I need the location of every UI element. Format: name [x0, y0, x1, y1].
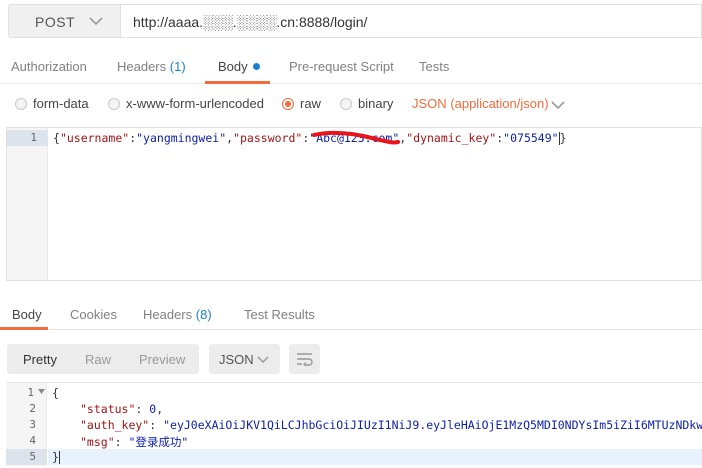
json-key: "msg": [80, 435, 115, 449]
code-line: {: [52, 386, 59, 400]
line-number: 3: [29, 418, 36, 431]
json-string: "yangmingwei": [136, 131, 227, 145]
body-type-options: form-data x-www-form-urlencoded raw bina…: [0, 88, 702, 118]
response-toolbar: Pretty Raw Preview JSON: [0, 340, 702, 378]
tab-response-body[interactable]: Body: [12, 307, 42, 322]
line-number-gutter: 1 2 3 4 5: [6, 383, 47, 466]
line-number: 1: [27, 386, 34, 399]
tab-label: Cookies: [70, 307, 117, 322]
tab-pre-request-script[interactable]: Pre-request Script: [289, 59, 394, 74]
option-label: x-www-form-urlencoded: [126, 96, 264, 111]
radio-icon: [108, 97, 120, 110]
request-body-editor[interactable]: 1 {"username":"yangmingwei","password":"…: [6, 127, 702, 281]
code-line: "auth_key": "eyJ0eXAiOiJKV1QiLCJhbGciOiJ…: [80, 418, 702, 432]
redaction-stroke: [312, 130, 400, 145]
tab-headers[interactable]: Headers (1): [117, 59, 186, 74]
json-brace: }: [52, 450, 59, 464]
code-line: "status": 0,: [80, 402, 164, 416]
response-body-viewer[interactable]: 1 2 3 4 5 { "status": 0, "auth_key": "ey…: [6, 382, 702, 466]
method-label: POST: [35, 14, 76, 30]
tab-body[interactable]: Body: [218, 59, 260, 74]
json-string: "075549": [503, 131, 559, 145]
method-select[interactable]: POST: [8, 4, 121, 38]
code-line: {"username":"yangmingwei","password":"Ab…: [53, 131, 567, 145]
tab-test-results[interactable]: Test Results: [244, 307, 315, 322]
request-url-row: POST http://aaaa.░░░.░░░░.cn:8888/login/: [0, 0, 702, 42]
tab-label: Authorization: [11, 59, 87, 74]
active-tab-indicator: [205, 81, 270, 84]
format-select[interactable]: JSON: [209, 344, 280, 374]
option-raw[interactable]: raw: [282, 96, 321, 111]
active-line-highlight: [48, 449, 702, 465]
view-mode-group: Pretty Raw Preview: [7, 344, 199, 374]
tab-label: Body: [218, 59, 248, 74]
wrap-lines-icon: [297, 353, 313, 366]
code-line: }: [52, 450, 60, 464]
option-binary[interactable]: binary: [340, 96, 393, 111]
wrap-lines-button[interactable]: [289, 344, 320, 374]
option-label: raw: [300, 96, 321, 111]
chevron-down-icon: [257, 356, 269, 364]
chevron-down-icon[interactable]: [551, 100, 565, 110]
tab-label: Body: [12, 307, 42, 322]
tab-response-headers[interactable]: Headers (8): [143, 307, 212, 322]
line-number: 1: [30, 131, 37, 144]
code-line: "msg": "登录成功": [80, 435, 189, 449]
view-pretty-button[interactable]: Pretty: [23, 352, 57, 367]
json-key: "auth_key": [80, 418, 150, 432]
json-key: "password": [233, 131, 303, 145]
line-number-gutter: 1: [7, 128, 48, 280]
json-string: "eyJ0eXAiOiJKV1QiLCJhbGciOiJIUzI1NiJ9.ey…: [163, 418, 702, 432]
line-number: 2: [29, 402, 36, 415]
option-form-data[interactable]: form-data: [15, 96, 89, 111]
tab-cookies[interactable]: Cookies: [70, 307, 117, 322]
line-number: 5: [29, 450, 36, 463]
line-number: 4: [29, 434, 36, 447]
headers-count: (8): [195, 307, 212, 322]
option-label: binary: [358, 96, 394, 111]
fold-arrow-icon[interactable]: [38, 389, 45, 395]
url-input[interactable]: http://aaaa.░░░.░░░░.cn:8888/login/: [121, 4, 702, 38]
active-tab-indicator: [0, 327, 48, 330]
response-tabs: Body Cookies Headers (8) Test Results: [0, 298, 702, 330]
tab-label: Pre-request Script: [289, 59, 394, 74]
modified-dot-icon: [252, 63, 260, 71]
content-type-select[interactable]: JSON (application/json): [412, 96, 549, 111]
json-key: "status": [80, 402, 136, 416]
url-text: http://aaaa.░░░.░░░░.cn:8888/login/: [133, 14, 368, 30]
tab-label: Headers: [117, 59, 167, 74]
request-tabs: Authorization Headers (1) Body Pre-reque…: [0, 50, 702, 84]
headers-count: (1): [169, 59, 186, 74]
tab-label: Test Results: [244, 307, 315, 322]
tab-label: Tests: [419, 59, 450, 74]
json-key: "username": [59, 131, 130, 145]
tab-authorization[interactable]: Authorization: [11, 59, 87, 74]
json-string: "登录成功": [128, 435, 189, 449]
format-label: JSON: [219, 352, 254, 367]
view-preview-button[interactable]: Preview: [139, 352, 185, 367]
tab-label: Headers: [143, 307, 193, 322]
json-brace: {: [52, 386, 59, 400]
text-cursor: [58, 451, 60, 464]
json-key: "dynamic_key": [406, 131, 497, 145]
option-label: form-data: [33, 96, 89, 111]
option-x-www-form-urlencoded[interactable]: x-www-form-urlencoded: [108, 96, 264, 111]
radio-icon: [340, 97, 352, 110]
view-raw-button[interactable]: Raw: [85, 352, 111, 367]
radio-icon: [15, 97, 27, 110]
radio-selected-icon: [282, 97, 294, 110]
tab-tests[interactable]: Tests: [419, 59, 449, 74]
chevron-down-icon: [89, 17, 103, 26]
